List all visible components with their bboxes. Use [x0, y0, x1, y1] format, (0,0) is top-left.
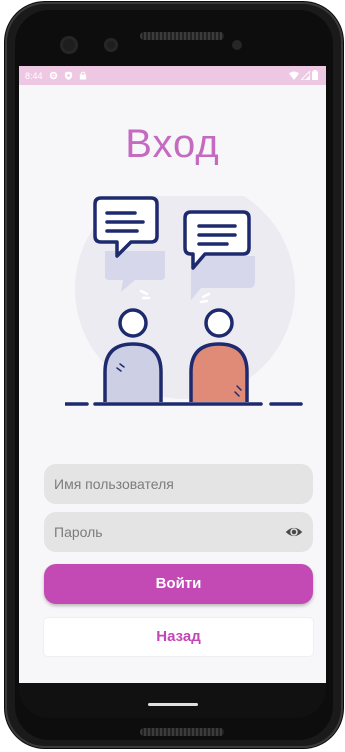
status-time: 8:44 [25, 70, 43, 81]
username-field[interactable] [44, 464, 313, 504]
front-camera-icon [60, 36, 78, 54]
signal-icon [301, 70, 310, 80]
wifi-icon [289, 71, 299, 80]
settings-icon [49, 71, 57, 80]
battery-icon [312, 70, 318, 80]
page-title: Вход [125, 122, 220, 166]
back-button[interactable]: Назад [44, 618, 313, 656]
login-button[interactable]: Войти [44, 564, 313, 604]
password-input[interactable] [54, 524, 264, 540]
username-input[interactable] [54, 476, 264, 492]
chat-people-illustration [65, 196, 303, 406]
navigation-bar [19, 683, 326, 718]
proximity-sensor-icon [232, 40, 242, 50]
eye-icon[interactable] [285, 523, 303, 541]
status-bar: 8:44 [19, 66, 326, 85]
app-screen: 8:44 Вход Имя пользователя Войти Назад [19, 66, 326, 683]
shield-icon [64, 71, 72, 80]
top-speaker [140, 32, 224, 40]
lock-icon [79, 71, 86, 80]
password-field[interactable] [44, 512, 313, 552]
home-gesture-bar[interactable] [148, 703, 198, 706]
sensor-icon [104, 38, 118, 52]
bottom-speaker [140, 728, 224, 736]
